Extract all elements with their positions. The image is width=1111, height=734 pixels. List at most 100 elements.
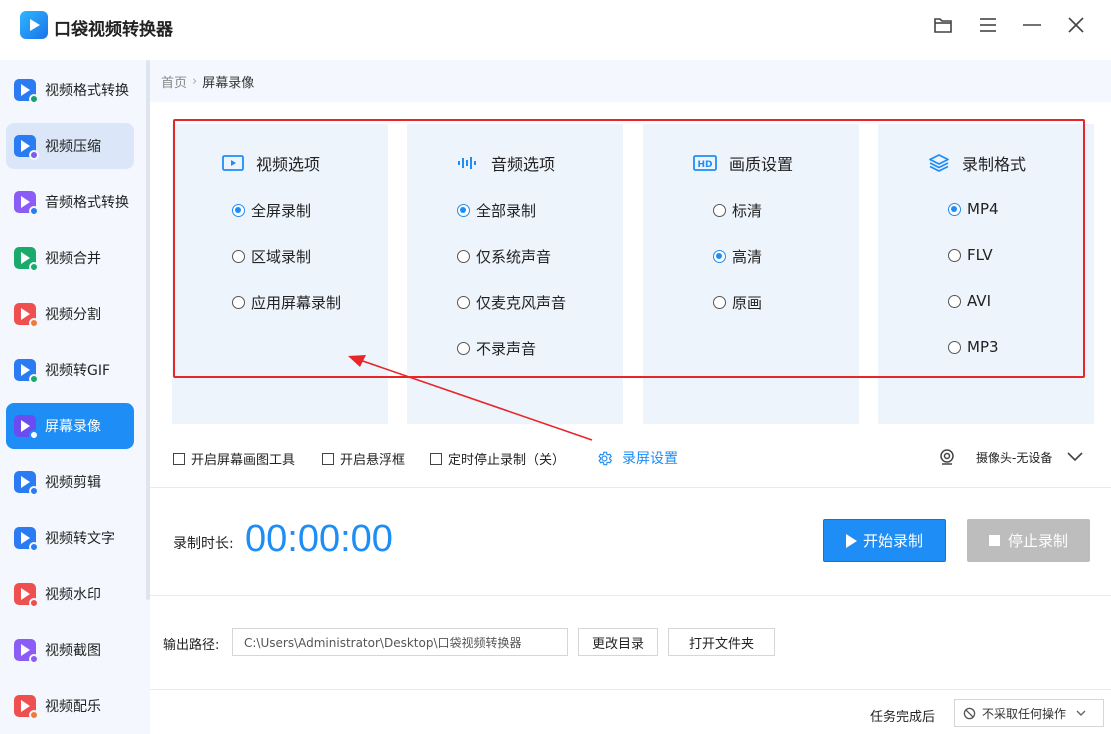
video-compress-icon: [14, 135, 39, 160]
video-option-label: 应用屏幕录制: [251, 294, 342, 312]
chevron-down-icon: [1076, 710, 1086, 716]
start-record-button[interactable]: 开始录制: [823, 519, 946, 562]
video-option-label: 区域录制: [251, 248, 312, 266]
record-settings-button[interactable]: 录屏设置: [596, 448, 678, 468]
sidebar-item-12[interactable]: 视频配乐: [6, 683, 134, 729]
sidebar-item-9[interactable]: 视频转文字: [6, 515, 134, 561]
menu-icon[interactable]: [975, 12, 1001, 38]
sidebar-item-2[interactable]: 视频压缩: [6, 123, 134, 169]
stop-icon: [988, 535, 1000, 546]
video-watermark-icon: [14, 583, 39, 608]
format-option-label: FLV: [967, 246, 993, 264]
format-option-radio[interactable]: AVI: [948, 292, 991, 310]
duration-label: 录制时长:: [173, 536, 234, 552]
no-action-icon: [963, 707, 976, 719]
audio-option-label: 全部录制: [476, 202, 537, 220]
quality-options-card: HD 画质设置: [643, 124, 859, 424]
annotation-arrow: [348, 355, 593, 441]
stop-record-button[interactable]: 停止录制: [967, 519, 1090, 562]
sidebar-item-label: 视频配乐: [45, 699, 101, 715]
chevron-down-icon: [1067, 452, 1083, 462]
video-option-label: 全屏录制: [251, 202, 312, 220]
sidebar-item-label: 视频剪辑: [45, 475, 101, 491]
sidebar-item-label: 视频合并: [45, 251, 101, 267]
sidebar-item-3[interactable]: 音频格式转换: [6, 179, 134, 225]
breadcrumb-separator: ›: [192, 73, 198, 89]
quality-option-radio[interactable]: 原画: [713, 292, 762, 313]
audio-option-label: 仅系统声音: [476, 248, 552, 266]
svg-text:HD: HD: [697, 160, 712, 170]
video-merge-icon: [14, 247, 39, 272]
divider: [150, 595, 1111, 596]
format-option-radio[interactable]: FLV: [948, 246, 993, 264]
video-options-header: 视频选项: [222, 151, 320, 175]
sidebar-item-6[interactable]: 视频转GIF: [6, 347, 134, 393]
video-convert-icon: [14, 79, 39, 104]
app-logo-icon: [20, 11, 48, 39]
sidebar-item-label: 视频转文字: [45, 531, 115, 547]
video-option-radio[interactable]: 区域录制: [232, 246, 311, 267]
video-split-icon: [14, 303, 39, 328]
sidebar-item-label: 视频水印: [45, 587, 101, 603]
breadcrumb-current: 屏幕录像: [202, 75, 255, 91]
sidebar-item-11[interactable]: 视频截图: [6, 627, 134, 673]
change-dir-button[interactable]: 更改目录: [578, 628, 658, 656]
start-record-label: 开始录制: [862, 532, 923, 550]
sidebar-item-label: 视频压缩: [45, 139, 101, 155]
timed-stop-checkbox[interactable]: 定时停止录制（关）: [430, 449, 565, 468]
video-music-icon: [14, 695, 39, 720]
open-folder-button[interactable]: 打开文件夹: [668, 628, 775, 656]
sidebar-item-10[interactable]: 视频水印: [6, 571, 134, 617]
audio-option-radio[interactable]: 仅系统声音: [457, 246, 551, 267]
close-icon[interactable]: [1063, 12, 1089, 38]
minimize-icon[interactable]: [1019, 12, 1045, 38]
folder-icon[interactable]: [930, 12, 956, 38]
sidebar-item-7[interactable]: 屏幕录像: [6, 403, 134, 449]
audio-option-radio[interactable]: 仅麦克风声音: [457, 292, 566, 313]
format-option-label: MP3: [967, 338, 999, 356]
breadcrumb: 首页 › 屏幕录像: [150, 60, 1111, 102]
draw-tool-checkbox[interactable]: 开启屏幕画图工具: [173, 449, 295, 468]
app-title: 口袋视频转换器: [54, 20, 173, 40]
format-option-label: MP4: [967, 200, 999, 218]
audio-options-header: 音频选项: [457, 151, 555, 175]
sidebar-item-label: 视频格式转换: [45, 83, 129, 99]
quality-option-radio[interactable]: 高清: [713, 246, 762, 267]
sidebar-scrollbar[interactable]: [146, 60, 150, 600]
sidebar-item-1[interactable]: 视频格式转换: [6, 67, 134, 113]
after-task-select[interactable]: 不采取任何操作: [954, 699, 1104, 727]
float-box-checkbox[interactable]: 开启悬浮框: [322, 449, 405, 468]
audio-convert-icon: [14, 191, 39, 216]
sidebar-item-8[interactable]: 视频剪辑: [6, 459, 134, 505]
camera-select[interactable]: 摄像头-无设备: [938, 448, 1083, 466]
audio-options-title: 音频选项: [491, 155, 556, 174]
sidebar-item-5[interactable]: 视频分割: [6, 291, 134, 337]
format-option-radio[interactable]: MP4: [948, 200, 999, 218]
quality-option-label: 高清: [732, 248, 763, 266]
gear-icon: [598, 451, 613, 465]
quality-options-header: HD 画质设置: [693, 151, 793, 175]
video-options-title: 视频选项: [256, 155, 321, 174]
format-option-label: AVI: [967, 292, 991, 310]
audio-option-radio[interactable]: 全部录制: [457, 200, 536, 221]
sidebar-item-label: 视频截图: [45, 643, 101, 659]
duration-value: 00:00:00: [245, 518, 393, 560]
breadcrumb-home[interactable]: 首页: [161, 72, 187, 91]
quality-options-title: 画质设置: [729, 155, 794, 174]
format-option-radio[interactable]: MP3: [948, 338, 999, 356]
quality-option-label: 标清: [732, 202, 763, 220]
video-option-radio[interactable]: 应用屏幕录制: [232, 292, 341, 313]
format-options-card: 录制格式: [878, 124, 1094, 424]
layers-icon: [929, 154, 949, 172]
video-edit-icon: [14, 471, 39, 496]
audio-wave-icon: [458, 157, 476, 169]
camera-label: 摄像头-无设备: [976, 450, 1053, 465]
video-gif-icon: [14, 359, 39, 384]
output-path-field[interactable]: C:\Users\Administrator\Desktop\口袋视频转换器: [232, 628, 568, 656]
timed-stop-label: 定时停止录制（关）: [448, 453, 566, 468]
record-settings-label: 录屏设置: [622, 451, 678, 467]
video-option-radio[interactable]: 全屏录制: [232, 200, 311, 221]
video-icon: [222, 155, 244, 171]
quality-option-radio[interactable]: 标清: [713, 200, 762, 221]
sidebar-item-4[interactable]: 视频合并: [6, 235, 134, 281]
